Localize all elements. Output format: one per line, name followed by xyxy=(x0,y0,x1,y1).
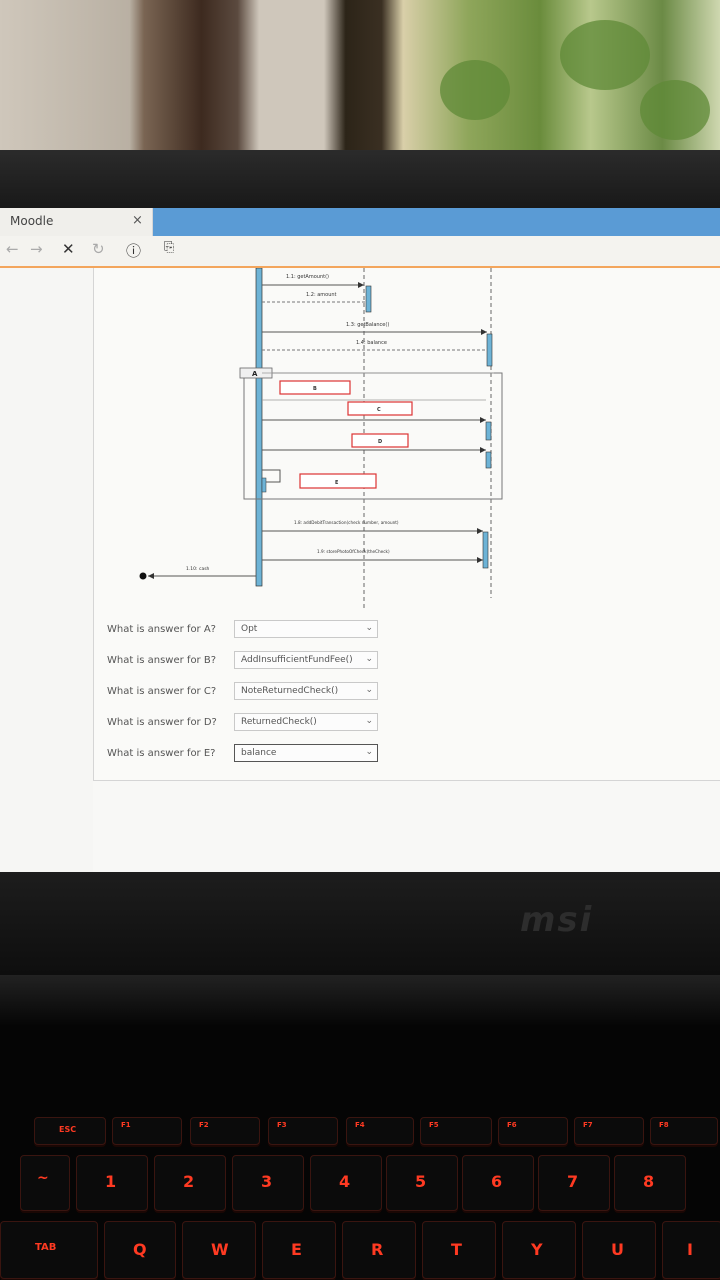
key-q[interactable]: Q xyxy=(104,1221,176,1279)
key-3[interactable]: 3 xyxy=(232,1155,304,1211)
key-t[interactable]: T xyxy=(422,1221,496,1279)
message-label: 1.9: storePhotoOfCheck(theCheck) xyxy=(317,549,390,554)
message-label: 1.4: balance xyxy=(356,340,387,346)
blank-label: D xyxy=(378,439,382,445)
chevron-down-icon: ⌄ xyxy=(365,716,373,726)
tab-close-button[interactable]: × xyxy=(132,213,143,228)
chevron-down-icon: ⌄ xyxy=(365,654,373,664)
tab-title: Moodle xyxy=(10,214,54,228)
activation-bar xyxy=(482,531,489,569)
key-y[interactable]: Y xyxy=(502,1221,576,1279)
stop-icon[interactable]: ✕ xyxy=(62,240,75,258)
arrowhead xyxy=(358,282,364,288)
key-f5[interactable]: F5 xyxy=(420,1117,492,1145)
arrowhead xyxy=(477,528,483,534)
answer-select-e[interactable]: balance ⌄ xyxy=(234,744,378,762)
key-f4[interactable]: F4 xyxy=(346,1117,414,1145)
browser-tab[interactable]: Moodle × xyxy=(0,208,153,236)
reload-icon[interactable]: ↻ xyxy=(92,240,105,258)
arrowhead xyxy=(480,447,486,453)
foliage xyxy=(640,80,710,140)
chevron-down-icon: ⌄ xyxy=(365,685,373,695)
arrowhead xyxy=(480,417,486,423)
page-icon[interactable]: ⎘ xyxy=(164,240,174,255)
browser-toolbar: ← → ✕ ↻ ⓘ ⎘ xyxy=(0,236,720,268)
key-8[interactable]: 8 xyxy=(614,1155,686,1211)
activation-bar xyxy=(261,477,267,493)
key-w[interactable]: W xyxy=(182,1221,256,1279)
key-f6[interactable]: F6 xyxy=(498,1117,568,1145)
question-label: What is answer for B? xyxy=(107,655,217,666)
key-tab[interactable]: TAB xyxy=(0,1221,98,1279)
answer-select-a[interactable]: Opt ⌄ xyxy=(234,620,378,638)
key-f1[interactable]: F1 xyxy=(112,1117,182,1145)
message-label: 1.1: getAmount() xyxy=(286,274,329,280)
answer-select-c[interactable]: NoteReturnedCheck() ⌄ xyxy=(234,682,378,700)
chevron-down-icon: ⌄ xyxy=(365,623,373,633)
selected-value: ReturnedCheck() xyxy=(241,717,317,727)
question-label: What is answer for E? xyxy=(107,748,216,759)
answer-select-d[interactable]: ReturnedCheck() ⌄ xyxy=(234,713,378,731)
activation-bar xyxy=(365,285,372,313)
key-f8[interactable]: F8 xyxy=(650,1117,718,1145)
keyboard-deck: ESC F1 F2 F3 F4 F5 F6 F7 F8 ~ 1 2 3 4 5 … xyxy=(0,1025,720,1280)
laptop-hinge xyxy=(0,975,720,1025)
key-6[interactable]: 6 xyxy=(462,1155,534,1211)
forward-arrow-icon[interactable]: → xyxy=(30,240,43,258)
key-r[interactable]: R xyxy=(342,1221,416,1279)
question-label: What is answer for C? xyxy=(107,686,217,697)
message-label: 1.10: cash xyxy=(186,566,210,572)
answer-select-b[interactable]: AddInsufficientFundFee() ⌄ xyxy=(234,651,378,669)
back-arrow-icon[interactable]: ← xyxy=(6,240,19,258)
fragment-label: A xyxy=(252,370,258,378)
question-content: 1.1: getAmount() 1.2: amount 1.3: getBal… xyxy=(93,268,720,781)
activation-bar xyxy=(485,451,492,469)
question-label: What is answer for A? xyxy=(107,624,216,635)
photo-scene: Moodle × ← → ✕ ↻ ⓘ ⎘ 1.1: getAmount() 1.… xyxy=(0,0,720,1280)
selected-value: balance xyxy=(241,748,277,758)
arrowhead xyxy=(148,573,154,579)
brand-logo: msi xyxy=(520,900,594,940)
arrowhead xyxy=(477,557,483,563)
key-i[interactable]: I xyxy=(662,1221,720,1279)
foliage xyxy=(560,20,650,90)
message-label: 1.3: getBalance() xyxy=(346,322,389,328)
key-1[interactable]: 1 xyxy=(76,1155,148,1211)
key-4[interactable]: 4 xyxy=(310,1155,382,1211)
key-f3[interactable]: F3 xyxy=(268,1117,338,1145)
moodle-page: 1.1: getAmount() 1.2: amount 1.3: getBal… xyxy=(0,268,720,876)
foliage xyxy=(440,60,510,120)
key-f7[interactable]: F7 xyxy=(574,1117,644,1145)
key-tilde[interactable]: ~ xyxy=(20,1155,70,1211)
key-esc[interactable]: ESC xyxy=(34,1117,106,1145)
question-label: What is answer for D? xyxy=(107,717,217,728)
activation-bar xyxy=(255,268,263,587)
left-margin xyxy=(0,268,93,876)
blank-label: E xyxy=(335,480,339,486)
selected-value: Opt xyxy=(241,624,258,634)
selected-value: NoteReturnedCheck() xyxy=(241,686,339,696)
laptop-screen: Moodle × ← → ✕ ↻ ⓘ ⎘ 1.1: getAmount() 1.… xyxy=(0,208,720,876)
message-label: 1.2: amount xyxy=(306,292,337,298)
selected-value: AddInsufficientFundFee() xyxy=(241,655,353,665)
sequence-diagram: 1.1: getAmount() 1.2: amount 1.3: getBal… xyxy=(139,268,503,608)
activation-bar xyxy=(486,333,493,367)
message-label: 1.8: addDebitTransaction(check number, a… xyxy=(294,520,399,525)
key-7[interactable]: 7 xyxy=(538,1155,610,1211)
key-5[interactable]: 5 xyxy=(386,1155,458,1211)
key-e[interactable]: E xyxy=(262,1221,336,1279)
key-2[interactable]: 2 xyxy=(154,1155,226,1211)
key-f2[interactable]: F2 xyxy=(190,1117,260,1145)
key-u[interactable]: U xyxy=(582,1221,656,1279)
blank-label: C xyxy=(377,407,381,413)
arrowhead xyxy=(481,329,487,335)
activation-bar xyxy=(485,421,492,441)
blank-label: B xyxy=(313,386,317,392)
chevron-down-icon: ⌄ xyxy=(365,747,373,757)
info-icon[interactable]: ⓘ xyxy=(126,240,141,261)
found-message-endpoint xyxy=(139,572,147,580)
laptop-bezel-bottom: msi xyxy=(0,872,720,982)
